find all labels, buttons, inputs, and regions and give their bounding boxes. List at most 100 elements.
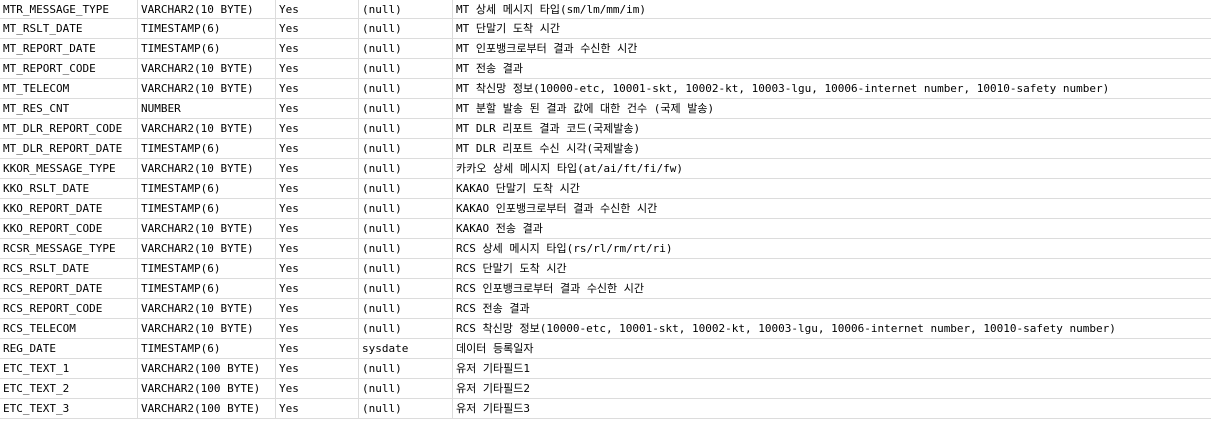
table-row[interactable]: MT_RSLT_DATE TIMESTAMP(6) Yes (null) MT …	[0, 19, 1211, 39]
default-value-cell[interactable]: (null)	[359, 139, 453, 158]
data-type-cell[interactable]: VARCHAR2(10 BYTE)	[138, 159, 276, 178]
nullable-cell[interactable]: Yes	[276, 59, 359, 78]
data-type-cell[interactable]: TIMESTAMP(6)	[138, 19, 276, 38]
table-row[interactable]: MT_REPORT_DATE TIMESTAMP(6) Yes (null) M…	[0, 39, 1211, 59]
table-row[interactable]: MT_DLR_REPORT_DATE TIMESTAMP(6) Yes (nul…	[0, 139, 1211, 159]
nullable-cell[interactable]: Yes	[276, 299, 359, 318]
default-value-cell[interactable]: (null)	[359, 259, 453, 278]
column-name-cell[interactable]: ETC_TEXT_2	[0, 379, 138, 398]
nullable-cell[interactable]: Yes	[276, 359, 359, 378]
column-name-cell[interactable]: MT_DLR_REPORT_DATE	[0, 139, 138, 158]
column-name-cell[interactable]: KKO_RSLT_DATE	[0, 179, 138, 198]
comment-cell[interactable]: MT 분할 발송 된 결과 값에 대한 건수 (국제 발송)	[453, 99, 1211, 118]
comment-cell[interactable]: 카카오 상세 메시지 타입(at/ai/ft/fi/fw)	[453, 159, 1211, 178]
table-row[interactable]: KKO_REPORT_CODE VARCHAR2(10 BYTE) Yes (n…	[0, 219, 1211, 239]
data-type-cell[interactable]: TIMESTAMP(6)	[138, 279, 276, 298]
comment-cell[interactable]: 유저 기타필드2	[453, 379, 1211, 398]
default-value-cell[interactable]: (null)	[359, 299, 453, 318]
table-row[interactable]: MT_TELECOM VARCHAR2(10 BYTE) Yes (null) …	[0, 79, 1211, 99]
default-value-cell[interactable]: (null)	[359, 59, 453, 78]
column-name-cell[interactable]: MTR_MESSAGE_TYPE	[0, 0, 138, 18]
default-value-cell[interactable]: (null)	[359, 319, 453, 338]
nullable-cell[interactable]: Yes	[276, 399, 359, 418]
column-name-cell[interactable]: MT_TELECOM	[0, 79, 138, 98]
nullable-cell[interactable]: Yes	[276, 99, 359, 118]
column-name-cell[interactable]: MT_REPORT_DATE	[0, 39, 138, 58]
table-row[interactable]: RCS_TELECOM VARCHAR2(10 BYTE) Yes (null)…	[0, 319, 1211, 339]
column-name-cell[interactable]: RCS_REPORT_CODE	[0, 299, 138, 318]
comment-cell[interactable]: 유저 기타필드1	[453, 359, 1211, 378]
column-name-cell[interactable]: ETC_TEXT_3	[0, 399, 138, 418]
default-value-cell[interactable]: (null)	[359, 99, 453, 118]
data-type-cell[interactable]: TIMESTAMP(6)	[138, 259, 276, 278]
default-value-cell[interactable]: (null)	[359, 239, 453, 258]
default-value-cell[interactable]: (null)	[359, 359, 453, 378]
table-row[interactable]: ETC_TEXT_1 VARCHAR2(100 BYTE) Yes (null)…	[0, 359, 1211, 379]
comment-cell[interactable]: 데이터 등록일자	[453, 339, 1211, 358]
default-value-cell[interactable]: (null)	[359, 379, 453, 398]
column-name-cell[interactable]: MT_RES_CNT	[0, 99, 138, 118]
default-value-cell[interactable]: (null)	[359, 119, 453, 138]
column-name-cell[interactable]: MT_DLR_REPORT_CODE	[0, 119, 138, 138]
data-type-cell[interactable]: TIMESTAMP(6)	[138, 179, 276, 198]
data-type-cell[interactable]: NUMBER	[138, 99, 276, 118]
default-value-cell[interactable]: sysdate	[359, 339, 453, 358]
table-row[interactable]: RCS_RSLT_DATE TIMESTAMP(6) Yes (null) RC…	[0, 259, 1211, 279]
data-type-cell[interactable]: VARCHAR2(10 BYTE)	[138, 299, 276, 318]
comment-cell[interactable]: RCS 단말기 도착 시간	[453, 259, 1211, 278]
column-name-cell[interactable]: KKO_REPORT_DATE	[0, 199, 138, 218]
data-type-cell[interactable]: TIMESTAMP(6)	[138, 339, 276, 358]
data-type-cell[interactable]: VARCHAR2(100 BYTE)	[138, 359, 276, 378]
data-type-cell[interactable]: TIMESTAMP(6)	[138, 199, 276, 218]
default-value-cell[interactable]: (null)	[359, 399, 453, 418]
nullable-cell[interactable]: Yes	[276, 279, 359, 298]
nullable-cell[interactable]: Yes	[276, 239, 359, 258]
comment-cell[interactable]: RCS 전송 결과	[453, 299, 1211, 318]
nullable-cell[interactable]: Yes	[276, 379, 359, 398]
nullable-cell[interactable]: Yes	[276, 339, 359, 358]
default-value-cell[interactable]: (null)	[359, 19, 453, 38]
nullable-cell[interactable]: Yes	[276, 219, 359, 238]
nullable-cell[interactable]: Yes	[276, 159, 359, 178]
comment-cell[interactable]: MT 전송 결과	[453, 59, 1211, 78]
column-name-cell[interactable]: ETC_TEXT_1	[0, 359, 138, 378]
data-type-cell[interactable]: TIMESTAMP(6)	[138, 39, 276, 58]
comment-cell[interactable]: RCS 인포뱅크로부터 결과 수신한 시간	[453, 279, 1211, 298]
table-row[interactable]: RCS_REPORT_DATE TIMESTAMP(6) Yes (null) …	[0, 279, 1211, 299]
column-name-cell[interactable]: KKO_REPORT_CODE	[0, 219, 138, 238]
column-name-cell[interactable]: REG_DATE	[0, 339, 138, 358]
table-row[interactable]: KKOR_MESSAGE_TYPE VARCHAR2(10 BYTE) Yes …	[0, 159, 1211, 179]
default-value-cell[interactable]: (null)	[359, 39, 453, 58]
comment-cell[interactable]: MT 인포뱅크로부터 결과 수신한 시간	[453, 39, 1211, 58]
data-type-cell[interactable]: VARCHAR2(10 BYTE)	[138, 0, 276, 18]
data-type-cell[interactable]: VARCHAR2(100 BYTE)	[138, 379, 276, 398]
nullable-cell[interactable]: Yes	[276, 119, 359, 138]
data-type-cell[interactable]: VARCHAR2(10 BYTE)	[138, 239, 276, 258]
comment-cell[interactable]: KAKAO 전송 결과	[453, 219, 1211, 238]
nullable-cell[interactable]: Yes	[276, 179, 359, 198]
comment-cell[interactable]: MT DLR 리포트 수신 시각(국제발송)	[453, 139, 1211, 158]
column-name-cell[interactable]: KKOR_MESSAGE_TYPE	[0, 159, 138, 178]
comment-cell[interactable]: KAKAO 인포뱅크로부터 결과 수신한 시간	[453, 199, 1211, 218]
comment-cell[interactable]: MT DLR 리포트 결과 코드(국제발송)	[453, 119, 1211, 138]
nullable-cell[interactable]: Yes	[276, 139, 359, 158]
table-row[interactable]: REG_DATE TIMESTAMP(6) Yes sysdate 데이터 등록…	[0, 339, 1211, 359]
data-type-cell[interactable]: VARCHAR2(100 BYTE)	[138, 399, 276, 418]
table-row[interactable]: ETC_TEXT_2 VARCHAR2(100 BYTE) Yes (null)…	[0, 379, 1211, 399]
table-row[interactable]: MTR_MESSAGE_TYPE VARCHAR2(10 BYTE) Yes (…	[0, 0, 1211, 19]
table-row[interactable]: MT_DLR_REPORT_CODE VARCHAR2(10 BYTE) Yes…	[0, 119, 1211, 139]
nullable-cell[interactable]: Yes	[276, 199, 359, 218]
table-row[interactable]: KKO_REPORT_DATE TIMESTAMP(6) Yes (null) …	[0, 199, 1211, 219]
data-type-cell[interactable]: VARCHAR2(10 BYTE)	[138, 59, 276, 78]
data-type-cell[interactable]: VARCHAR2(10 BYTE)	[138, 219, 276, 238]
default-value-cell[interactable]: (null)	[359, 219, 453, 238]
table-row[interactable]: KKO_RSLT_DATE TIMESTAMP(6) Yes (null) KA…	[0, 179, 1211, 199]
column-name-cell[interactable]: RCS_TELECOM	[0, 319, 138, 338]
comment-cell[interactable]: MT 상세 메시지 타입(sm/lm/mm/im)	[453, 0, 1211, 18]
default-value-cell[interactable]: (null)	[359, 279, 453, 298]
comment-cell[interactable]: MT 단말기 도착 시간	[453, 19, 1211, 38]
column-name-cell[interactable]: RCSR_MESSAGE_TYPE	[0, 239, 138, 258]
nullable-cell[interactable]: Yes	[276, 319, 359, 338]
comment-cell[interactable]: RCS 착신망 정보(10000-etc, 10001-skt, 10002-k…	[453, 319, 1211, 338]
nullable-cell[interactable]: Yes	[276, 0, 359, 18]
